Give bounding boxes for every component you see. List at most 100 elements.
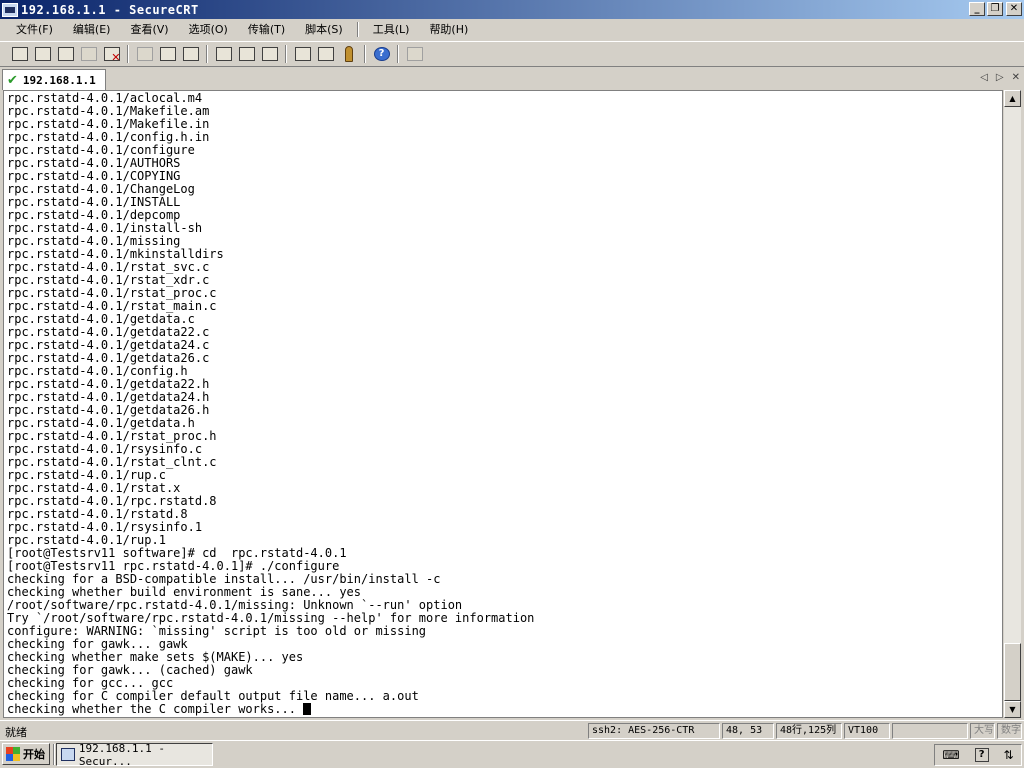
terminal-line-text: rpc.rstatd-4.0.1/install-sh bbox=[7, 221, 203, 235]
menu-file[interactable]: 文件(F) bbox=[6, 19, 63, 40]
copy-icon[interactable] bbox=[133, 43, 156, 65]
terminal-line-text: rpc.rstatd-4.0.1/rstatd.8 bbox=[7, 507, 188, 521]
terminal-line-text: rpc.rstatd-4.0.1/rstat_clnt.c bbox=[7, 455, 217, 469]
status-cursor-position: 48, 53 bbox=[722, 723, 774, 739]
securecrt-app-icon[interactable] bbox=[2, 2, 18, 17]
status-caps-lock: 大写 bbox=[970, 723, 995, 739]
terminal-line-text: [root@Testsrv11 software]# cd rpc.rstatd… bbox=[7, 546, 347, 560]
menu-help[interactable]: 帮助(H) bbox=[419, 19, 478, 40]
menu-view[interactable]: 查看(V) bbox=[120, 19, 178, 40]
terminal-line-text: rpc.rstatd-4.0.1/rstat_proc.h bbox=[7, 429, 217, 443]
network-icon[interactable]: ⇅ bbox=[1003, 748, 1013, 762]
system-tray: ⌨ ? ⇅ bbox=[934, 744, 1022, 766]
menu-options[interactable]: 选项(O) bbox=[179, 19, 238, 40]
terminal-line-text: rpc.rstatd-4.0.1/rup.1 bbox=[7, 533, 166, 547]
find-icon[interactable] bbox=[179, 43, 202, 65]
disconnect-icon[interactable] bbox=[100, 43, 123, 65]
terminal-cursor bbox=[303, 703, 312, 715]
terminal-line-text: rpc.rstatd-4.0.1/INSTALL bbox=[7, 195, 181, 209]
terminal-line-text: rpc.rstatd-4.0.1/COPYING bbox=[7, 169, 181, 183]
terminal-line-text: rpc.rstatd-4.0.1/aclocal.m4 bbox=[7, 91, 203, 105]
taskbar: 开始 192.168.1.1 - Secur... ⌨ ? ⇅ bbox=[0, 740, 1024, 768]
taskbar-securecrt-button[interactable]: 192.168.1.1 - Secur... bbox=[56, 741, 213, 768]
close-button[interactable]: ✕ bbox=[1006, 2, 1022, 16]
terminal-line-text: rpc.rstatd-4.0.1/ChangeLog bbox=[7, 182, 195, 196]
terminal-line-text: /root/software/rpc.rstatd-4.0.1/missing:… bbox=[7, 598, 463, 612]
session-tab[interactable]: ✔ 192.168.1.1 bbox=[2, 69, 106, 90]
terminal-line-text: rpc.rstatd-4.0.1/getdata.c bbox=[7, 312, 195, 326]
connected-check-icon: ✔ bbox=[7, 72, 18, 88]
start-button[interactable]: 开始 bbox=[2, 743, 50, 765]
terminal-output[interactable]: rpc.rstatd-4.0.1/aclocal.m4 rpc.rstatd-4.… bbox=[3, 90, 1003, 718]
terminal-line-text: checking for gawk... (cached) gawk bbox=[7, 663, 253, 677]
session-tab-strip: ✔ 192.168.1.1 ◁ ▷ ✕ bbox=[0, 68, 1024, 90]
terminal-line-text: rpc.rstatd-4.0.1/config.h bbox=[7, 364, 188, 378]
taskbar-button-label: 192.168.1.1 - Secur... bbox=[78, 741, 165, 768]
help-tray-icon[interactable]: ? bbox=[974, 748, 989, 762]
help-icon[interactable]: ? bbox=[370, 43, 393, 65]
terminal-line-text: rpc.rstatd-4.0.1/rstat.x bbox=[7, 481, 181, 495]
terminal-line-text: checking for a BSD-compatible install...… bbox=[7, 572, 441, 586]
window-controls: _ ❐ ✕ bbox=[967, 2, 1022, 16]
title-bar[interactable]: 192.168.1.1 - SecureCRT _ ❐ ✕ bbox=[0, 0, 1024, 19]
terminal-line-text: rpc.rstatd-4.0.1/mkinstalldirs bbox=[7, 247, 224, 261]
keymap-icon[interactable] bbox=[337, 43, 360, 65]
session-tab-label: 192.168.1.1 bbox=[22, 73, 96, 87]
scroll-up-icon[interactable]: ▲ bbox=[1004, 90, 1021, 107]
tab-next-icon[interactable]: ▷ bbox=[996, 72, 1004, 83]
menu-bar: 文件(F) 编辑(E) 查看(V) 选项(O) 传输(T) 脚本(S) 工具(L… bbox=[0, 19, 1024, 40]
terminal-line-text: rpc.rstatd-4.0.1/rup.c bbox=[7, 468, 166, 482]
tab-close-icon[interactable]: ✕ bbox=[1012, 72, 1020, 83]
terminal-line-text: checking whether build environment is sa… bbox=[7, 585, 362, 599]
scroll-down-icon[interactable]: ▼ bbox=[1004, 701, 1021, 718]
terminal-line-text: rpc.rstatd-4.0.1/rstat_proc.c bbox=[7, 286, 217, 300]
reconnect-icon[interactable] bbox=[77, 43, 100, 65]
global-options-icon[interactable] bbox=[314, 43, 337, 65]
menu-edit[interactable]: 编辑(E) bbox=[63, 19, 121, 40]
paste-icon[interactable] bbox=[156, 43, 179, 65]
terminal-line-text: rpc.rstatd-4.0.1/getdata26.h bbox=[7, 403, 210, 417]
toolbar-separator bbox=[364, 45, 366, 63]
terminal-line-text: Try `/root/software/rpc.rstatd-4.0.1/mis… bbox=[7, 611, 535, 625]
scroll-thumb[interactable] bbox=[1004, 643, 1021, 701]
keyboard-icon[interactable]: ⌨ bbox=[942, 748, 959, 762]
menu-transfer[interactable]: 传输(T) bbox=[238, 19, 295, 40]
terminal-line-text: rpc.rstatd-4.0.1/config.h.in bbox=[7, 130, 210, 144]
tab-navigation: ◁ ▷ ✕ bbox=[980, 72, 1020, 83]
status-empty-panel bbox=[892, 723, 968, 739]
minimize-button[interactable]: _ bbox=[969, 2, 985, 16]
status-num-lock: 数字 bbox=[997, 723, 1022, 739]
taskbar-separator bbox=[53, 744, 55, 765]
quick-connect-icon[interactable] bbox=[31, 43, 54, 65]
sftp-icon[interactable] bbox=[403, 43, 426, 65]
terminal-line-text: rpc.rstatd-4.0.1/getdata22.c bbox=[7, 325, 210, 339]
terminal-line-text: rpc.rstatd-4.0.1/depcomp bbox=[7, 208, 181, 222]
menu-tools[interactable]: 工具(L) bbox=[363, 19, 420, 40]
tab-prev-icon[interactable]: ◁ bbox=[980, 72, 988, 83]
toolbar-separator bbox=[397, 45, 399, 63]
connect-in-tab-icon[interactable] bbox=[54, 43, 77, 65]
menu-script[interactable]: 脚本(S) bbox=[295, 19, 353, 40]
terminal-line-text: rpc.rstatd-4.0.1/getdata24.c bbox=[7, 338, 210, 352]
menu-separator bbox=[356, 22, 359, 37]
terminal-scrollbar[interactable]: ▲ ▼ bbox=[1004, 90, 1021, 718]
print-icon[interactable] bbox=[212, 43, 235, 65]
window-title: 192.168.1.1 - SecureCRT bbox=[21, 2, 199, 17]
print-selection-icon[interactable] bbox=[235, 43, 258, 65]
status-bar: 就绪 ssh2: AES-256-CTR 48, 53 48行,125列 VT1… bbox=[0, 720, 1024, 740]
connect-icon[interactable] bbox=[8, 43, 31, 65]
terminal-line-text: rpc.rstatd-4.0.1/Makefile.am bbox=[7, 104, 210, 118]
session-options-icon[interactable] bbox=[291, 43, 314, 65]
terminal-line-text: checking whether make sets $(MAKE)... ye… bbox=[7, 650, 304, 664]
start-label: 开始 bbox=[23, 748, 45, 761]
status-terminal-size: 48行,125列 bbox=[776, 723, 842, 739]
maximize-button[interactable]: ❐ bbox=[987, 2, 1003, 16]
status-terminal-type: VT100 bbox=[844, 723, 890, 739]
terminal-line-text: rpc.rstatd-4.0.1/rstat_svc.c bbox=[7, 260, 210, 274]
terminal-line-text: rpc.rstatd-4.0.1/AUTHORS bbox=[7, 156, 181, 170]
terminal-line-text: rpc.rstatd-4.0.1/rsysinfo.c bbox=[7, 442, 203, 456]
print-setup-icon[interactable] bbox=[258, 43, 281, 65]
terminal-line-text: checking for C compiler default output f… bbox=[7, 689, 419, 703]
toolbar-separator bbox=[285, 45, 287, 63]
terminal-line: checking whether the C compiler works... bbox=[7, 703, 1002, 716]
